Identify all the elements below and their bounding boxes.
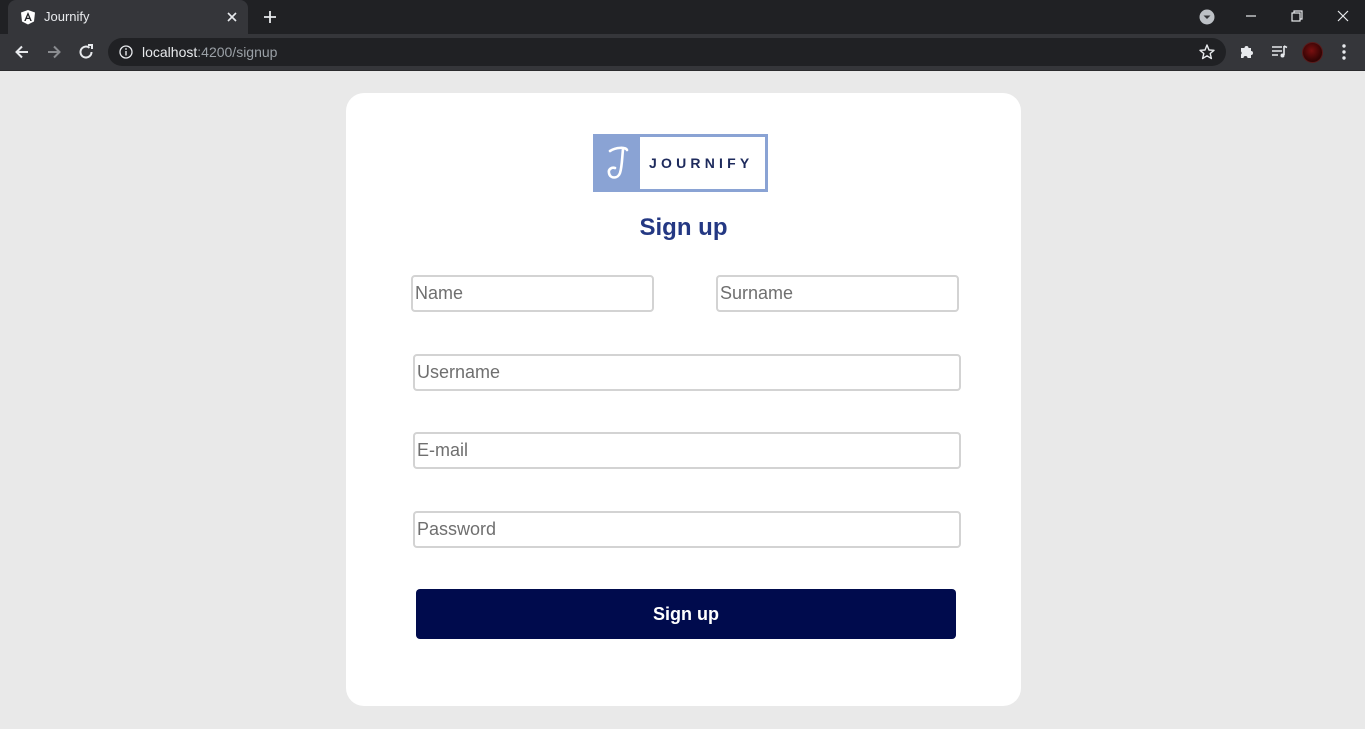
name-field[interactable] xyxy=(411,275,654,312)
forward-arrow-icon[interactable] xyxy=(44,42,64,62)
tab-title: Journify xyxy=(44,9,90,24)
close-icon[interactable] xyxy=(224,9,240,25)
signup-card: JOURNIFY Sign up Sign up xyxy=(346,93,1021,706)
media-control-icon[interactable] xyxy=(1270,43,1288,61)
logo-text: JOURNIFY xyxy=(649,155,754,171)
tab-search-icon[interactable] xyxy=(1198,8,1216,26)
url-text[interactable]: localhost:4200/signup xyxy=(142,44,277,60)
browser-tab[interactable]: Journify xyxy=(8,0,248,34)
logo-mark-icon xyxy=(596,137,640,189)
extensions-icon[interactable] xyxy=(1238,43,1256,61)
url-host: localhost xyxy=(142,44,198,60)
minimize-icon[interactable] xyxy=(1239,4,1263,28)
back-arrow-icon[interactable] xyxy=(12,42,32,62)
surname-field[interactable] xyxy=(716,275,959,312)
avatar[interactable] xyxy=(1302,42,1323,63)
window-close-icon[interactable] xyxy=(1331,4,1355,28)
journify-logo: JOURNIFY xyxy=(593,134,768,192)
page-title: Sign up xyxy=(639,214,728,241)
browser-titlebar: Journify xyxy=(0,0,1365,34)
address-bar[interactable]: localhost:4200/signup xyxy=(108,38,1226,66)
username-field[interactable] xyxy=(413,354,961,391)
info-icon[interactable] xyxy=(119,45,133,59)
restore-icon[interactable] xyxy=(1285,4,1309,28)
browser-toolbar: localhost:4200/signup xyxy=(0,34,1365,71)
plus-icon[interactable] xyxy=(261,8,279,26)
password-field[interactable] xyxy=(413,511,961,548)
email-field[interactable] xyxy=(413,432,961,469)
reload-icon[interactable] xyxy=(76,42,96,62)
url-path: :4200/signup xyxy=(197,44,278,60)
angular-favicon-icon xyxy=(21,10,35,25)
star-icon[interactable] xyxy=(1198,43,1216,61)
signup-button[interactable]: Sign up xyxy=(416,589,956,639)
kebab-menu-icon[interactable] xyxy=(1336,43,1352,61)
